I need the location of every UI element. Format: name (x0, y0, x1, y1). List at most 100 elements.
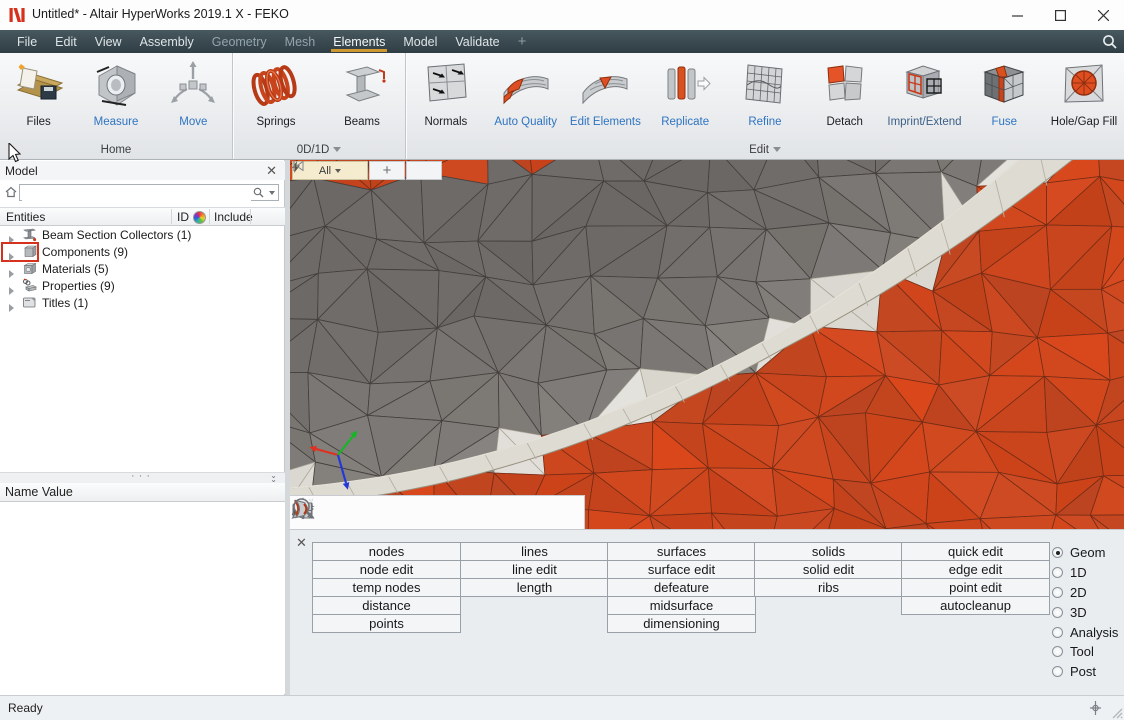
perspective-icon[interactable] (542, 499, 578, 527)
panel-button-points[interactable]: points (312, 614, 461, 633)
mode-radio-analysis[interactable]: Analysis (1052, 622, 1118, 642)
camera-icon[interactable] (326, 499, 362, 527)
menu-item-view[interactable]: View (86, 30, 131, 53)
include-column-label[interactable]: Include (214, 210, 253, 224)
ribbon-tool-auto-quality[interactable]: Auto Quality (486, 53, 565, 128)
mode-radio-2d[interactable]: 2D (1052, 583, 1118, 603)
ribbon-tool-springs[interactable]: Springs (233, 53, 319, 128)
resize-grip[interactable] (1111, 707, 1123, 719)
panel-button-line-edit[interactable]: line edit (460, 560, 609, 579)
mode-radio-post[interactable]: Post (1052, 662, 1118, 682)
search-icon[interactable] (1101, 33, 1119, 51)
panel-button-length[interactable]: length (460, 578, 609, 597)
ribbon-tool-imprint-extend[interactable]: Imprint/Extend (885, 53, 964, 128)
filter-chevron-icon (335, 169, 341, 173)
expand-arrow-icon[interactable] (9, 299, 14, 317)
panel-button-edge-edit[interactable]: edge edit (901, 560, 1050, 579)
fuse-icon (977, 57, 1031, 115)
mode-radio-1d[interactable]: 1D (1052, 563, 1118, 583)
panel-button-solids[interactable]: solids (754, 542, 903, 561)
close-button[interactable] (1082, 0, 1124, 30)
menu-item-mesh[interactable]: Mesh (276, 30, 325, 53)
springs-icon (249, 57, 303, 115)
graphics-indicator-icon[interactable] (1089, 701, 1102, 715)
model-panel-title: Model (5, 164, 38, 178)
panel-button-autocleanup[interactable]: autocleanup (901, 596, 1050, 615)
previous-view-button[interactable] (406, 161, 442, 180)
panel-button-solid-edit[interactable]: solid edit (754, 560, 903, 579)
radio-icon (1052, 567, 1063, 578)
panel-button-lines[interactable]: lines (460, 542, 609, 561)
ribbon-tool-move[interactable]: Move (155, 53, 232, 128)
ribbon-tool-label: Refine (748, 116, 781, 128)
panel-close-icon[interactable]: ✕ (296, 535, 307, 551)
ribbon-tool-normals[interactable]: Normals (406, 53, 485, 128)
shell-icon[interactable] (362, 499, 398, 527)
mode-label: 1D (1070, 565, 1087, 580)
zoom-cube-icon[interactable] (506, 499, 542, 527)
panel-button-midsurface[interactable]: midsurface (607, 596, 756, 615)
mode-radio-tool[interactable]: Tool (1052, 642, 1118, 662)
auto-quality-icon (499, 57, 553, 115)
model-search-input[interactable] (22, 186, 251, 201)
add-view-button[interactable]: + (369, 161, 405, 180)
mode-radio-geom[interactable]: Geom (1052, 543, 1118, 563)
skip-back-icon (292, 161, 304, 171)
tree-item-titles[interactable]: Titles (1) (0, 294, 285, 311)
menu-item-geometry[interactable]: Geometry (203, 30, 276, 53)
ribbon-tool-fuse[interactable]: Fuse (965, 53, 1044, 128)
ribbon-tool-edit-elements[interactable]: Edit Elements (566, 53, 645, 128)
ribbon-tool-detach[interactable]: Detach (805, 53, 884, 128)
collapse-chevron-icon[interactable]: ⌄⌄ (270, 474, 277, 482)
ribbon-group-label-edit[interactable]: Edit (406, 144, 1124, 156)
tree-item-beam-section-collectors[interactable]: Beam Section Collectors (1) (0, 226, 285, 243)
menu-item-model[interactable]: Model (394, 30, 446, 53)
menu-item-validate[interactable]: Validate (446, 30, 508, 53)
panel-button-node-edit[interactable]: node edit (312, 560, 461, 579)
cube-icon[interactable] (398, 499, 434, 527)
triad-icon[interactable] (470, 499, 506, 527)
viewport-canvas[interactable]: All + (290, 160, 1124, 529)
menu-item-assembly[interactable]: Assembly (131, 30, 203, 53)
ribbon-tool-beams[interactable]: Beams (319, 53, 405, 128)
minimize-button[interactable] (996, 0, 1038, 30)
panel-button-defeature[interactable]: defeature (607, 578, 756, 597)
ribbon-tool-measure[interactable]: Measure (77, 53, 154, 128)
ribbon-tool-files[interactable]: Files (0, 53, 77, 128)
search-options-chevron-icon[interactable] (269, 191, 275, 195)
id-column-label[interactable]: ID (177, 210, 189, 224)
panel-button-surface-edit[interactable]: surface edit (607, 560, 756, 579)
panel-button-distance[interactable]: distance (312, 596, 461, 615)
chevron-down-icon (333, 147, 341, 152)
ribbon-group-label-0d-1d[interactable]: 0D/1D (233, 144, 405, 156)
ribbon-tool-hole-gap-fill[interactable]: Hole/Gap Fill (1045, 53, 1124, 128)
menu-item-elements[interactable]: Elements (324, 30, 394, 53)
entities-column-label[interactable]: Entities (6, 210, 45, 224)
panel-button-point-edit[interactable]: point edit (901, 578, 1050, 597)
entities-header: Entities ID Include (0, 207, 285, 226)
panel-button-temp-nodes[interactable]: temp nodes (312, 578, 461, 597)
panels-icon[interactable] (434, 499, 470, 527)
maximize-button[interactable] (1039, 0, 1081, 30)
home-icon[interactable] (5, 186, 17, 198)
ribbon-tool-label: Springs (257, 116, 296, 128)
search-glass-icon[interactable] (253, 187, 264, 198)
panel-button-dimensioning[interactable]: dimensioning (607, 614, 756, 633)
menu-item-file[interactable]: File (8, 30, 46, 53)
mouse-cursor (8, 143, 22, 163)
panel-button-quick-edit[interactable]: quick edit (901, 542, 1050, 561)
mode-radio-3d[interactable]: 3D (1052, 602, 1118, 622)
panel-button-surfaces[interactable]: surfaces (607, 542, 756, 561)
ribbon-tool-refine[interactable]: Refine (725, 53, 804, 128)
ribbon-tool-replicate[interactable]: Replicate (646, 53, 725, 128)
color-column-icon[interactable] (193, 211, 206, 224)
tree-item-materials[interactable]: Materials (5) (0, 260, 285, 277)
tree-item-components[interactable]: Components (9) (0, 243, 285, 260)
menu-item-add[interactable]: + (509, 30, 536, 53)
menu-item-edit[interactable]: Edit (46, 30, 86, 53)
tree-item-label: Materials (5) (42, 262, 109, 276)
tree-item-properties[interactable]: Properties (9) (0, 277, 285, 294)
panel-button-nodes[interactable]: nodes (312, 542, 461, 561)
model-panel-close-icon[interactable]: ✕ (266, 163, 277, 178)
panel-button-ribs[interactable]: ribs (754, 578, 903, 597)
